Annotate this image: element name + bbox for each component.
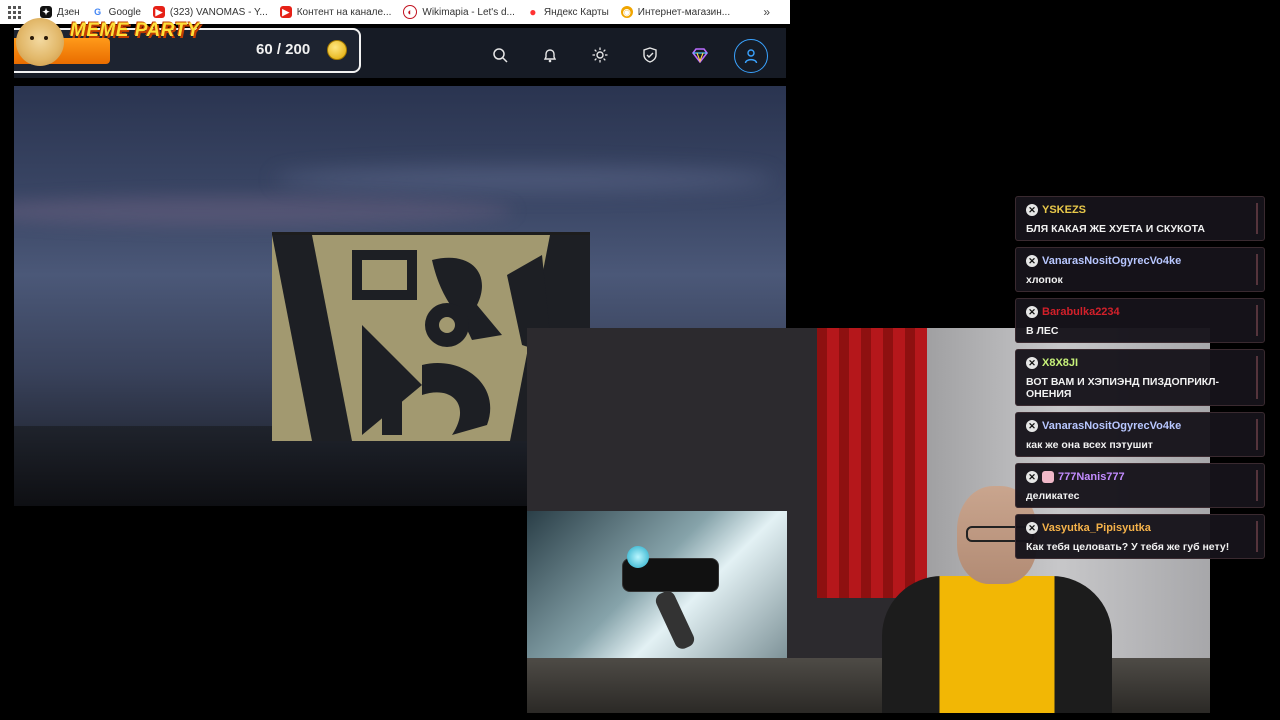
chat-username: Barabulka2234 bbox=[1042, 306, 1120, 318]
chat-message-header: ✕ VanarasNositOgyrecVo4ke bbox=[1026, 253, 1254, 269]
chat-username: X8X8JI bbox=[1042, 357, 1079, 369]
chat-message: ✕ X8X8JI ВОТ ВАМ И ХЭПИЭНД ПИЗДОПРИКЛ-ОНЕН… bbox=[1015, 349, 1265, 406]
moderator-x-badge-icon: ✕ bbox=[1026, 420, 1038, 432]
bookmark-channel-content[interactable]: ▶ Контент на канале... bbox=[279, 6, 392, 18]
bookmark-label: Дзен bbox=[57, 6, 80, 18]
coin-icon bbox=[327, 40, 347, 60]
sun-icon bbox=[592, 47, 608, 63]
bookmark-label: Яндекс Карты bbox=[543, 6, 609, 18]
chat-message-text: деликатес bbox=[1026, 490, 1080, 502]
header-actions bbox=[484, 39, 768, 73]
bookmark-wikimapia[interactable]: ◐ Wikimapia - Let's d... bbox=[403, 5, 515, 19]
chat-message-header: ✕ 777Nanis777 bbox=[1026, 469, 1254, 485]
site-header: MEME PARTY 60 / 200 bbox=[14, 18, 786, 78]
chat-message: ✕ VanarasNositOgyrecVo4ke как же она всех … bbox=[1015, 412, 1265, 457]
dzen-icon: ✦ bbox=[40, 6, 52, 18]
search-icon bbox=[493, 48, 508, 63]
bookmark-label: Google bbox=[108, 6, 141, 18]
pig-badge-icon bbox=[1042, 471, 1054, 483]
chat-message-text: ВОТ ВАМ И ХЭПИЭНД ПИЗДОПРИКЛ-ОНЕНИЯ bbox=[1026, 376, 1220, 400]
apps-grid-icon[interactable] bbox=[0, 0, 28, 24]
sky-cloud bbox=[274, 166, 774, 192]
profile-icon bbox=[744, 49, 758, 64]
moderator-x-badge-icon: ✕ bbox=[1026, 255, 1038, 267]
chat-message-header: ✕ Barabulka2234 bbox=[1026, 304, 1254, 320]
bookmark-dzen[interactable]: ✦ Дзен bbox=[40, 6, 80, 18]
moderator-x-badge-icon: ✕ bbox=[1026, 357, 1038, 369]
meme-party-title: MEME PARTY bbox=[70, 20, 200, 41]
chat-message: ✕ VanarasNositOgyrecVo4ke хлопок bbox=[1015, 247, 1265, 292]
bell-icon bbox=[543, 49, 557, 63]
meme-count: 60 / 200 bbox=[256, 41, 311, 58]
meme-party-progress-widget[interactable]: MEME PARTY 60 / 200 bbox=[14, 18, 361, 73]
bookmark-label: Wikimapia - Let's d... bbox=[422, 6, 515, 18]
youtube-icon: ▶ bbox=[279, 6, 292, 18]
doge-avatar-icon bbox=[16, 18, 64, 66]
chat-message-header: ✕ YSKEZS bbox=[1026, 202, 1254, 218]
webcam-streamer-jersey bbox=[882, 576, 1112, 713]
bookmark-yandex-maps[interactable]: ● Яндекс Карты bbox=[527, 5, 609, 19]
chat-username: YSKEZS bbox=[1042, 204, 1087, 216]
search-button[interactable] bbox=[484, 39, 516, 71]
chat-username: VanarasNositOgyrecVo4ke bbox=[1042, 255, 1182, 267]
chat-message: ✕ 777Nanis777 деликатес bbox=[1015, 463, 1265, 508]
shop-icon: ◉ bbox=[620, 6, 633, 18]
profile-button[interactable] bbox=[734, 39, 768, 73]
premium-button[interactable] bbox=[684, 39, 716, 71]
chat-message-text: хлопок bbox=[1026, 274, 1063, 286]
chat-overlay: ✕ YSKEZS БЛЯ КАКАЯ ЖЕ ХУЕТА И СКУКОТА ✕ Vana… bbox=[1015, 196, 1265, 565]
chat-username: Vasyutka_Pipisyutka bbox=[1042, 522, 1151, 534]
notifications-button[interactable] bbox=[534, 39, 566, 71]
chat-username: VanarasNositOgyrecVo4ke bbox=[1042, 420, 1182, 432]
security-button[interactable] bbox=[634, 39, 666, 71]
bookmark-label: Интернет-магазин... bbox=[637, 6, 731, 18]
google-icon: G bbox=[91, 6, 104, 18]
moderator-x-badge-icon: ✕ bbox=[1026, 204, 1038, 216]
chat-message-header: ✕ VanarasNositOgyrecVo4ke bbox=[1026, 418, 1254, 434]
chat-message-text: БЛЯ КАКАЯ ЖЕ ХУЕТА И СКУКОТА bbox=[1026, 223, 1205, 235]
chat-message-header: ✕ Vasyutka_Pipisyutka bbox=[1026, 520, 1254, 536]
sky-cloud bbox=[14, 196, 514, 226]
chat-username: 777Nanis777 bbox=[1058, 471, 1125, 483]
bookmark-vanomas[interactable]: ▶ (323) VANOMAS - Y... bbox=[152, 6, 268, 18]
theme-toggle-button[interactable] bbox=[584, 39, 616, 71]
chat-message-text: как же она всех пэтушит bbox=[1026, 439, 1153, 451]
bookmark-label: (323) VANOMAS - Y... bbox=[169, 6, 268, 18]
moderator-x-badge-icon: ✕ bbox=[1026, 522, 1038, 534]
wikimapia-icon: ◐ bbox=[403, 5, 418, 19]
diamond-icon bbox=[692, 48, 708, 63]
moderator-x-badge-icon: ✕ bbox=[1026, 306, 1038, 318]
youtube-icon: ▶ bbox=[152, 6, 165, 18]
moderator-x-badge-icon: ✕ bbox=[1026, 471, 1038, 483]
yandex-maps-pin-icon: ● bbox=[529, 5, 537, 19]
bookmark-shop[interactable]: ◉ Интернет-магазин... bbox=[620, 6, 731, 18]
chat-message: ✕ Vasyutka_Pipisyutka Как тебя целовать? У… bbox=[1015, 514, 1265, 559]
chat-message-text: В ЛЕС bbox=[1026, 325, 1059, 337]
chat-message-header: ✕ X8X8JI bbox=[1026, 355, 1254, 371]
shield-check-icon bbox=[643, 47, 657, 63]
more-bookmarks-chevron-icon[interactable]: » bbox=[763, 5, 770, 19]
webcam-fan-light bbox=[627, 546, 649, 568]
chat-message: ✕ YSKEZS БЛЯ КАКАЯ ЖЕ ХУЕТА И СКУКОТА bbox=[1015, 196, 1265, 241]
chat-message-text: Как тебя целовать? У тебя же губ нету! bbox=[1026, 541, 1230, 553]
chat-message: ✕ Barabulka2234 В ЛЕС bbox=[1015, 298, 1265, 343]
bookmark-label: Контент на канале... bbox=[296, 6, 392, 18]
bookmark-google[interactable]: G Google bbox=[91, 6, 141, 18]
